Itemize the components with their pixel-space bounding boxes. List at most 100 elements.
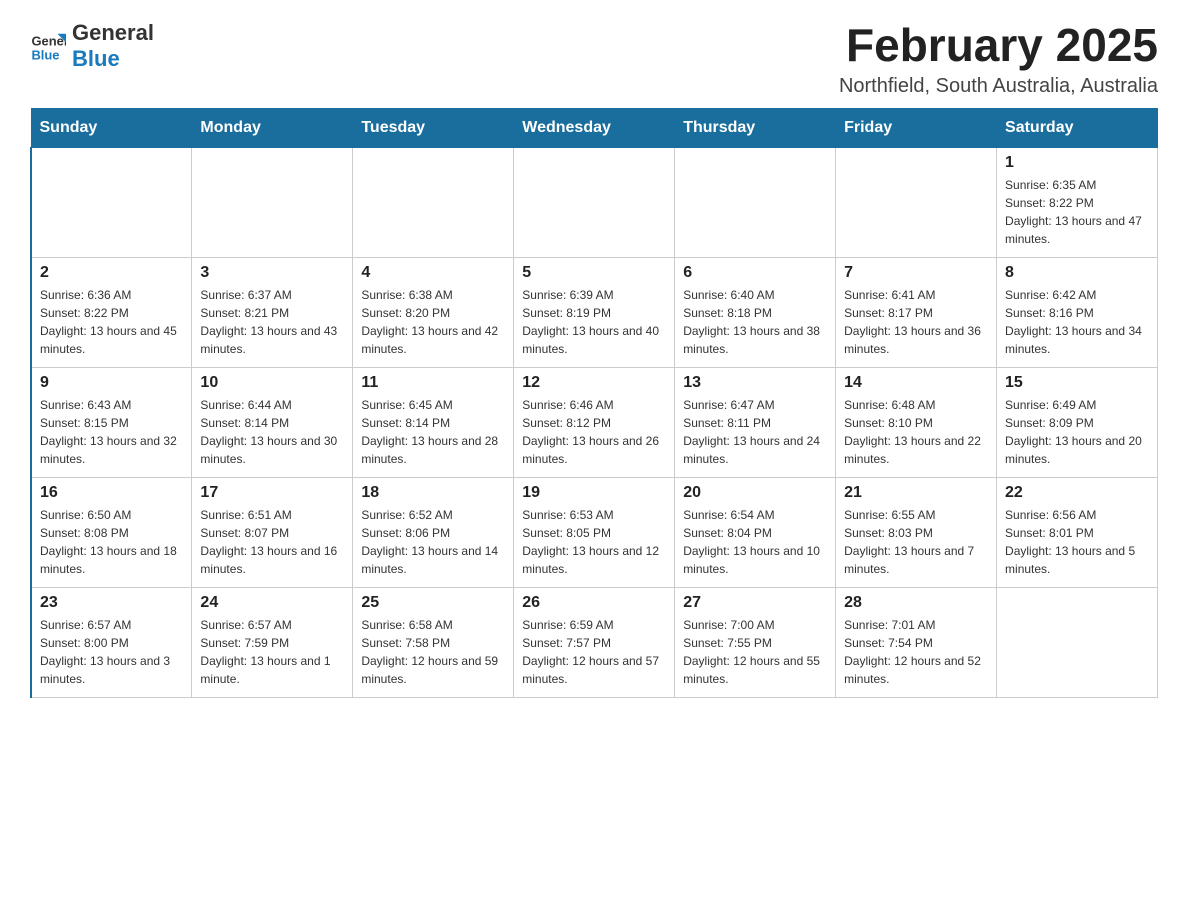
day-info: Sunrise: 6:57 AMSunset: 8:00 PMDaylight:… <box>40 616 183 688</box>
calendar-cell: 28 Sunrise: 7:01 AMSunset: 7:54 PMDayligh… <box>836 587 997 697</box>
calendar-cell: 17 Sunrise: 6:51 AMSunset: 8:07 PMDayligh… <box>192 477 353 587</box>
calendar-cell <box>997 587 1158 697</box>
logo: General Blue General Blue <box>30 20 154 73</box>
calendar-cell: 18 Sunrise: 6:52 AMSunset: 8:06 PMDayligh… <box>353 477 514 587</box>
day-number: 5 <box>522 264 666 282</box>
calendar-cell: 15 Sunrise: 6:49 AMSunset: 8:09 PMDayligh… <box>997 367 1158 477</box>
header-saturday: Saturday <box>997 108 1158 147</box>
day-number: 12 <box>522 374 666 392</box>
calendar-cell: 10 Sunrise: 6:44 AMSunset: 8:14 PMDayligh… <box>192 367 353 477</box>
calendar-cell <box>514 147 675 257</box>
day-number: 15 <box>1005 374 1149 392</box>
day-info: Sunrise: 6:53 AMSunset: 8:05 PMDaylight:… <box>522 506 666 578</box>
calendar-cell: 22 Sunrise: 6:56 AMSunset: 8:01 PMDayligh… <box>997 477 1158 587</box>
day-info: Sunrise: 6:48 AMSunset: 8:10 PMDaylight:… <box>844 396 988 468</box>
day-info: Sunrise: 7:00 AMSunset: 7:55 PMDaylight:… <box>683 616 827 688</box>
day-info: Sunrise: 6:46 AMSunset: 8:12 PMDaylight:… <box>522 396 666 468</box>
calendar-header-row: SundayMondayTuesdayWednesdayThursdayFrid… <box>31 108 1158 147</box>
calendar-cell: 4 Sunrise: 6:38 AMSunset: 8:20 PMDaylight… <box>353 257 514 367</box>
calendar-cell: 13 Sunrise: 6:47 AMSunset: 8:11 PMDayligh… <box>675 367 836 477</box>
day-info: Sunrise: 6:49 AMSunset: 8:09 PMDaylight:… <box>1005 396 1149 468</box>
calendar-cell: 26 Sunrise: 6:59 AMSunset: 7:57 PMDayligh… <box>514 587 675 697</box>
day-number: 1 <box>1005 154 1149 172</box>
day-number: 21 <box>844 484 988 502</box>
calendar-cell <box>836 147 997 257</box>
calendar-cell: 3 Sunrise: 6:37 AMSunset: 8:21 PMDaylight… <box>192 257 353 367</box>
header-sunday: Sunday <box>31 108 192 147</box>
page-header: General Blue General Blue February 2025 … <box>30 20 1158 98</box>
logo-general-text: General <box>72 20 154 46</box>
day-info: Sunrise: 6:51 AMSunset: 8:07 PMDaylight:… <box>200 506 344 578</box>
day-info: Sunrise: 6:44 AMSunset: 8:14 PMDaylight:… <box>200 396 344 468</box>
day-info: Sunrise: 6:42 AMSunset: 8:16 PMDaylight:… <box>1005 286 1149 358</box>
calendar-table: SundayMondayTuesdayWednesdayThursdayFrid… <box>30 108 1158 698</box>
day-info: Sunrise: 6:58 AMSunset: 7:58 PMDaylight:… <box>361 616 505 688</box>
day-info: Sunrise: 6:40 AMSunset: 8:18 PMDaylight:… <box>683 286 827 358</box>
header-monday: Monday <box>192 108 353 147</box>
calendar-week-row: 2 Sunrise: 6:36 AMSunset: 8:22 PMDaylight… <box>31 257 1158 367</box>
day-info: Sunrise: 6:45 AMSunset: 8:14 PMDaylight:… <box>361 396 505 468</box>
day-number: 28 <box>844 594 988 612</box>
calendar-cell: 11Sunrise: 6:45 AMSunset: 8:14 PMDayligh… <box>353 367 514 477</box>
calendar-cell <box>353 147 514 257</box>
header-thursday: Thursday <box>675 108 836 147</box>
header-wednesday: Wednesday <box>514 108 675 147</box>
day-info: Sunrise: 6:43 AMSunset: 8:15 PMDaylight:… <box>40 396 183 468</box>
calendar-cell: 9Sunrise: 6:43 AMSunset: 8:15 PMDaylight… <box>31 367 192 477</box>
calendar-cell: 12 Sunrise: 6:46 AMSunset: 8:12 PMDayligh… <box>514 367 675 477</box>
day-number: 18 <box>361 484 505 502</box>
calendar-cell: 21 Sunrise: 6:55 AMSunset: 8:03 PMDayligh… <box>836 477 997 587</box>
page-subtitle: Northfield, South Australia, Australia <box>839 75 1158 98</box>
calendar-cell: 23 Sunrise: 6:57 AMSunset: 8:00 PMDayligh… <box>31 587 192 697</box>
day-number: 26 <box>522 594 666 612</box>
day-number: 27 <box>683 594 827 612</box>
calendar-week-row: 1 Sunrise: 6:35 AMSunset: 8:22 PMDaylight… <box>31 147 1158 257</box>
day-number: 24 <box>200 594 344 612</box>
day-info: Sunrise: 6:38 AMSunset: 8:20 PMDaylight:… <box>361 286 505 358</box>
day-number: 14 <box>844 374 988 392</box>
day-info: Sunrise: 6:56 AMSunset: 8:01 PMDaylight:… <box>1005 506 1149 578</box>
logo-blue-text: Blue <box>72 46 154 72</box>
day-number: 10 <box>200 374 344 392</box>
day-info: Sunrise: 6:39 AMSunset: 8:19 PMDaylight:… <box>522 286 666 358</box>
calendar-cell: 19 Sunrise: 6:53 AMSunset: 8:05 PMDayligh… <box>514 477 675 587</box>
title-block: February 2025 Northfield, South Australi… <box>839 20 1158 98</box>
day-number: 22 <box>1005 484 1149 502</box>
day-number: 17 <box>200 484 344 502</box>
calendar-cell: 6 Sunrise: 6:40 AMSunset: 8:18 PMDaylight… <box>675 257 836 367</box>
day-number: 23 <box>40 594 183 612</box>
header-friday: Friday <box>836 108 997 147</box>
calendar-cell: 25Sunrise: 6:58 AMSunset: 7:58 PMDayligh… <box>353 587 514 697</box>
header-tuesday: Tuesday <box>353 108 514 147</box>
day-number: 6 <box>683 264 827 282</box>
day-info: Sunrise: 6:54 AMSunset: 8:04 PMDaylight:… <box>683 506 827 578</box>
calendar-cell: 5 Sunrise: 6:39 AMSunset: 8:19 PMDaylight… <box>514 257 675 367</box>
day-info: Sunrise: 6:35 AMSunset: 8:22 PMDaylight:… <box>1005 176 1149 248</box>
day-info: Sunrise: 6:52 AMSunset: 8:06 PMDaylight:… <box>361 506 505 578</box>
calendar-cell: 2 Sunrise: 6:36 AMSunset: 8:22 PMDaylight… <box>31 257 192 367</box>
day-info: Sunrise: 6:59 AMSunset: 7:57 PMDaylight:… <box>522 616 666 688</box>
day-info: Sunrise: 6:55 AMSunset: 8:03 PMDaylight:… <box>844 506 988 578</box>
day-number: 7 <box>844 264 988 282</box>
day-number: 13 <box>683 374 827 392</box>
calendar-cell: 27 Sunrise: 7:00 AMSunset: 7:55 PMDayligh… <box>675 587 836 697</box>
page-title: February 2025 <box>839 20 1158 71</box>
day-info: Sunrise: 6:50 AMSunset: 8:08 PMDaylight:… <box>40 506 183 578</box>
day-number: 2 <box>40 264 183 282</box>
day-info: Sunrise: 6:37 AMSunset: 8:21 PMDaylight:… <box>200 286 344 358</box>
day-number: 4 <box>361 264 505 282</box>
day-info: Sunrise: 6:57 AMSunset: 7:59 PMDaylight:… <box>200 616 344 688</box>
calendar-cell: 20Sunrise: 6:54 AMSunset: 8:04 PMDayligh… <box>675 477 836 587</box>
calendar-week-row: 16Sunrise: 6:50 AMSunset: 8:08 PMDayligh… <box>31 477 1158 587</box>
calendar-cell <box>675 147 836 257</box>
day-info: Sunrise: 6:47 AMSunset: 8:11 PMDaylight:… <box>683 396 827 468</box>
day-number: 3 <box>200 264 344 282</box>
day-number: 19 <box>522 484 666 502</box>
day-number: 8 <box>1005 264 1149 282</box>
calendar-cell: 1 Sunrise: 6:35 AMSunset: 8:22 PMDaylight… <box>997 147 1158 257</box>
day-info: Sunrise: 6:36 AMSunset: 8:22 PMDaylight:… <box>40 286 183 358</box>
day-info: Sunrise: 7:01 AMSunset: 7:54 PMDaylight:… <box>844 616 988 688</box>
svg-text:Blue: Blue <box>31 48 59 63</box>
logo-icon: General Blue <box>30 28 66 64</box>
calendar-cell <box>31 147 192 257</box>
